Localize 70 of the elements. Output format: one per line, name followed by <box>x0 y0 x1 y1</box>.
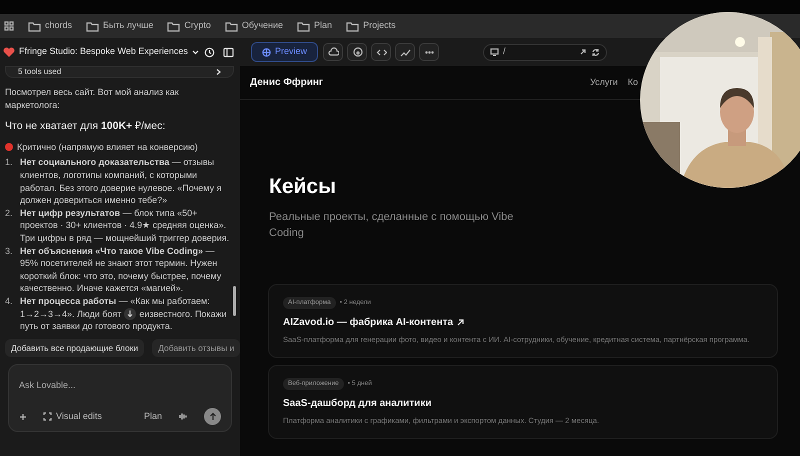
scroll-down-button[interactable] <box>124 308 136 320</box>
voice-icon[interactable] <box>178 412 188 422</box>
send-button[interactable] <box>204 408 221 426</box>
folder-icon <box>167 20 180 32</box>
list-number: 3. <box>5 244 14 258</box>
history-icon[interactable] <box>204 46 215 58</box>
url-text: / <box>503 45 506 58</box>
chevron-right-icon <box>215 68 221 76</box>
apps-icon[interactable] <box>4 21 14 31</box>
page-subtitle: Реальные проекты, сделанные с помощью Vibe Coding <box>269 210 514 242</box>
more-button[interactable] <box>419 43 440 61</box>
chat-paragraph: Посмотрел весь сайт. Вот мой анализ как маркетолога: <box>5 86 180 112</box>
priority-label: Критично (напрямую влияет на конверсию) <box>17 140 198 154</box>
nav-link[interactable]: Ко <box>628 76 638 90</box>
list-item-text: 1→2→3→4». Люди боят <box>20 308 122 320</box>
chart-button[interactable] <box>395 43 416 61</box>
refresh-icon[interactable] <box>591 48 600 56</box>
bookmark[interactable]: Быть лучше <box>86 19 154 33</box>
case-title: SaaS-дашборд для аналитики <box>283 396 432 411</box>
suggestion-chip[interactable]: Добавить все продающие блоки <box>5 338 144 358</box>
bookmark[interactable]: Crypto <box>167 19 211 33</box>
plus-icon <box>19 412 27 421</box>
plan-button[interactable]: Plan <box>144 410 162 424</box>
palette-button[interactable] <box>347 43 368 61</box>
globe-icon <box>262 48 271 56</box>
case-title[interactable]: AIZavod.io — фабрика AI-контента <box>283 314 454 330</box>
arrow-down-icon <box>127 310 134 318</box>
list-item-text: Нет объяснения «Что такое Vibe Coding» — 95% посетителей не знают этот термин. Нужен короткий блок: что это, почему быстрее, почему качественно. Иначе кажется «магией». <box>20 246 222 294</box>
code-button[interactable] <box>371 43 392 61</box>
chevron-down-icon <box>192 50 199 54</box>
folder-icon <box>28 20 41 32</box>
list-item-text: путь от заявки до готового продукта. <box>20 320 172 333</box>
nav-link[interactable]: Услуги <box>590 76 618 90</box>
list-number: 4. <box>5 294 14 308</box>
page-title: Кейсы <box>269 174 338 200</box>
arrow-up-icon <box>208 412 216 422</box>
list-item-text: Нет социального доказательства — отзывы клиентов, логотипы компаний, с которыми работал. Без этого доверие нулевое. «Почему я должен довериться именно тебе?» <box>20 157 222 206</box>
cloud-button[interactable] <box>323 43 344 61</box>
list-item-text: еизвестного. Покажи <box>139 308 227 320</box>
message-input[interactable]: Ask Lovable... Visual edits Plan <box>8 364 232 432</box>
folder-icon <box>224 20 238 32</box>
select-icon <box>43 412 52 422</box>
monitor-icon <box>490 48 500 56</box>
chat-heading: Что не хватает для 100K+ ₽/мес: <box>5 120 166 133</box>
list-item-text: Нет цифр результатов — блок типа «50+ проектов · 30+ клиентов · 4.9★ средняя оценка». Три цифры в ряд — мощнейший триггер доверия. <box>20 208 230 243</box>
palette-icon <box>352 46 363 58</box>
heart-logo-icon <box>3 46 15 58</box>
list-number: 2. <box>5 206 14 220</box>
project-dropdown[interactable]: Ffringe Studio: Bespoke Web Experiences <box>19 45 199 59</box>
bookmark[interactable]: Обучение <box>224 19 284 33</box>
sidebar-icon[interactable] <box>223 46 234 58</box>
cloud-icon <box>328 46 339 58</box>
list-number: 1. <box>5 156 14 170</box>
folder-icon <box>86 20 100 32</box>
list-item-text: Нет процесса работы — «Как мы работаем: <box>20 294 210 308</box>
suggestion-chip[interactable]: Добавить отзывы и <box>152 338 240 358</box>
visual-edits-button[interactable]: Visual edits <box>43 410 102 424</box>
folder-icon <box>346 20 360 32</box>
tools-used-bar[interactable]: 5 tools used <box>5 66 234 78</box>
scrollbar-thumb[interactable] <box>233 286 236 316</box>
preview-button[interactable]: Preview <box>251 42 318 62</box>
address-bar[interactable]: / <box>483 44 608 60</box>
bookmark[interactable]: Plan <box>297 19 332 33</box>
bookmark[interactable]: chords <box>28 19 72 33</box>
external-link-icon[interactable] <box>579 48 588 56</box>
bookmark[interactable]: Projects <box>346 19 396 33</box>
add-button[interactable] <box>19 412 27 421</box>
code-icon <box>376 46 387 58</box>
site-logo-text[interactable]: Денис Ффринг <box>250 75 324 90</box>
folder-icon <box>297 20 310 32</box>
